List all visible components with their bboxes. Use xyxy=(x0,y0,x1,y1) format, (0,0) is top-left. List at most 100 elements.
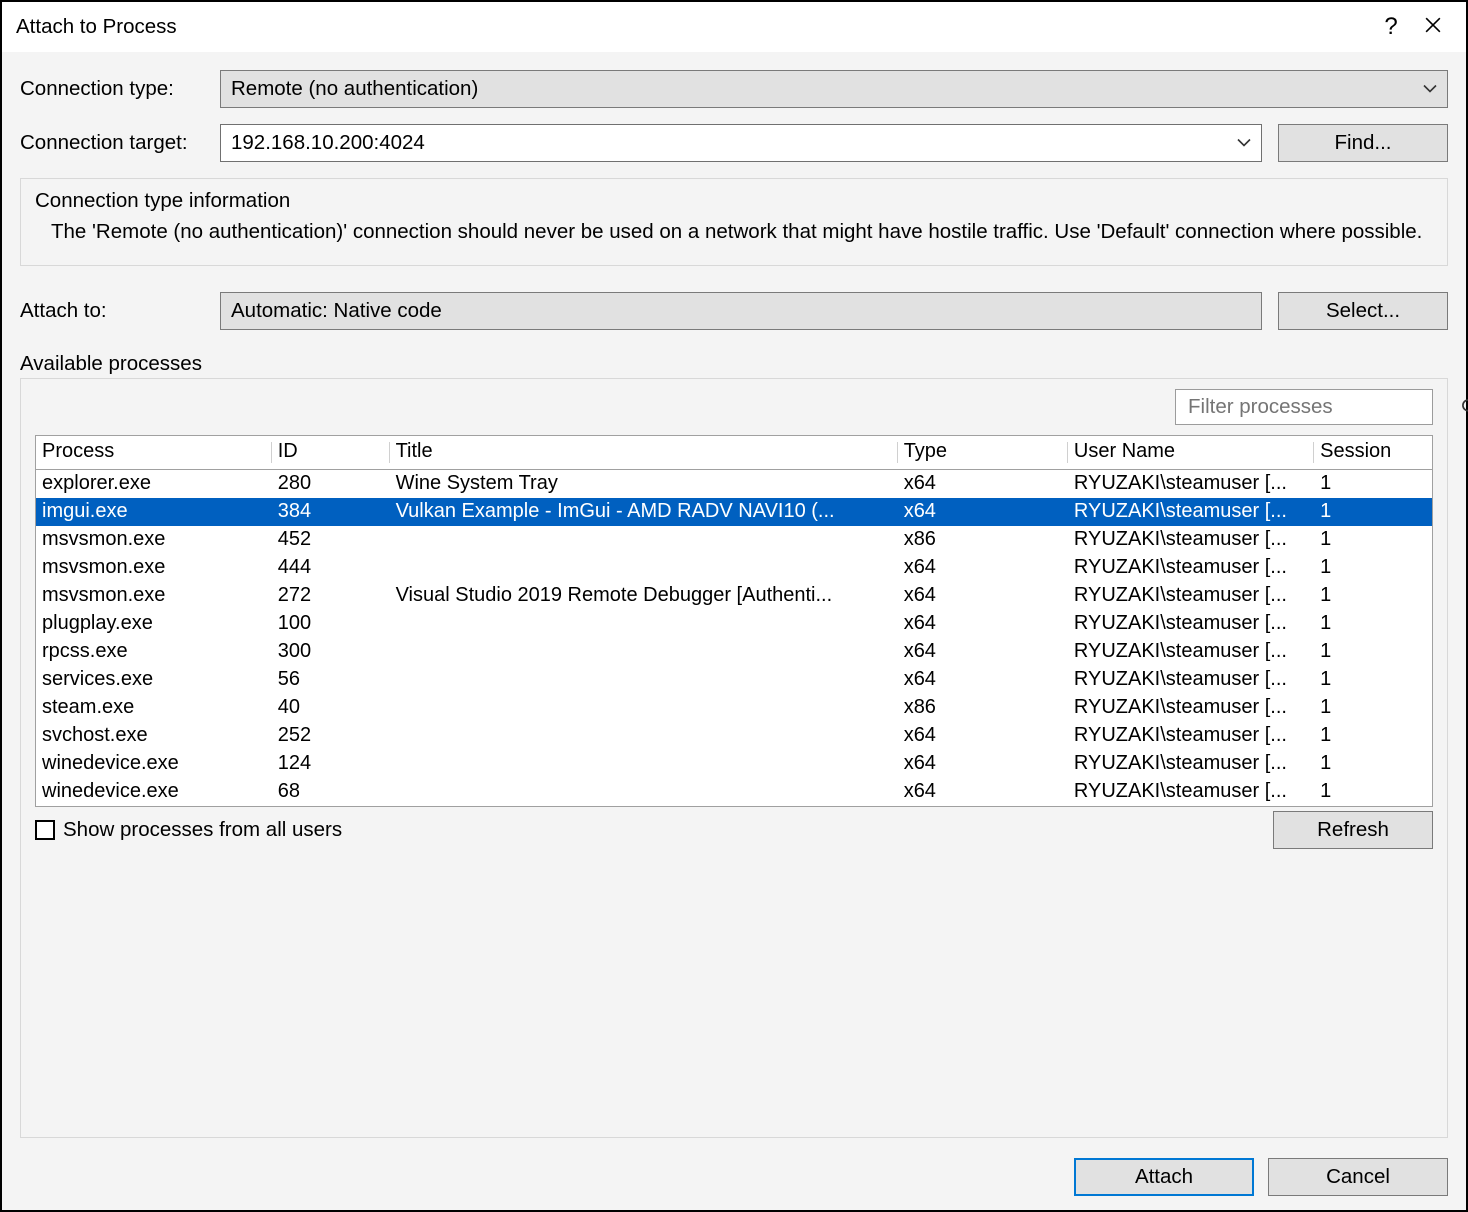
cell-title: Vulkan Example - ImGui - AMD RADV NAVI10… xyxy=(390,498,898,526)
cell-type: x86 xyxy=(898,694,1068,722)
cell-id: 56 xyxy=(272,666,390,694)
cell-id: 252 xyxy=(272,722,390,750)
attach-to-value: Automatic: Native code xyxy=(220,292,1262,330)
cell-session: 1 xyxy=(1314,722,1432,750)
table-row[interactable]: rpcss.exe300x64RYUZAKI\steamuser [...1 xyxy=(36,638,1432,666)
connection-type-value: Remote (no authentication) xyxy=(231,77,478,101)
cell-process: services.exe xyxy=(36,666,272,694)
cell-title xyxy=(390,694,898,722)
cell-session: 1 xyxy=(1314,469,1432,498)
connection-target-value: 192.168.10.200:4024 xyxy=(231,131,425,155)
connection-info-title: Connection type information xyxy=(35,189,1431,213)
connection-type-combo[interactable]: Remote (no authentication) xyxy=(220,70,1448,108)
cell-session: 1 xyxy=(1314,498,1432,526)
cell-type: x64 xyxy=(898,666,1068,694)
col-type[interactable]: Type xyxy=(898,436,1068,470)
cell-session: 1 xyxy=(1314,666,1432,694)
filter-processes-input[interactable] xyxy=(1175,389,1433,425)
cell-process: winedevice.exe xyxy=(36,778,272,806)
cell-user: RYUZAKI\steamuser [... xyxy=(1068,666,1314,694)
connection-type-label: Connection type: xyxy=(20,77,220,101)
cell-user: RYUZAKI\steamuser [... xyxy=(1068,498,1314,526)
search-icon[interactable] xyxy=(1460,397,1468,417)
connection-target-label: Connection target: xyxy=(20,131,220,155)
connection-target-combo[interactable]: 192.168.10.200:4024 xyxy=(220,124,1262,162)
cell-process: svchost.exe xyxy=(36,722,272,750)
refresh-button[interactable]: Refresh xyxy=(1273,811,1433,849)
table-row[interactable]: winedevice.exe124x64RYUZAKI\steamuser [.… xyxy=(36,750,1432,778)
cell-id: 100 xyxy=(272,610,390,638)
select-button[interactable]: Select... xyxy=(1278,292,1448,330)
cell-type: x64 xyxy=(898,722,1068,750)
cell-type: x64 xyxy=(898,750,1068,778)
cell-user: RYUZAKI\steamuser [... xyxy=(1068,778,1314,806)
cell-title xyxy=(390,638,898,666)
cell-title xyxy=(390,666,898,694)
cell-process: msvsmon.exe xyxy=(36,526,272,554)
cell-title xyxy=(390,554,898,582)
connection-info-group: Connection type information The 'Remote … xyxy=(20,178,1448,266)
attach-button[interactable]: Attach xyxy=(1074,1158,1254,1196)
col-id[interactable]: ID xyxy=(272,436,390,470)
col-process[interactable]: Process xyxy=(36,436,272,470)
cell-title xyxy=(390,750,898,778)
cell-title: Wine System Tray xyxy=(390,469,898,498)
table-row[interactable]: msvsmon.exe272Visual Studio 2019 Remote … xyxy=(36,582,1432,610)
cell-id: 272 xyxy=(272,582,390,610)
table-row[interactable]: explorer.exe280Wine System Trayx64RYUZAK… xyxy=(36,469,1432,498)
cell-session: 1 xyxy=(1314,610,1432,638)
cell-type: x64 xyxy=(898,638,1068,666)
table-row[interactable]: imgui.exe384Vulkan Example - ImGui - AMD… xyxy=(36,498,1432,526)
col-title[interactable]: Title xyxy=(390,436,898,470)
close-icon[interactable] xyxy=(1412,16,1454,39)
attach-to-process-dialog: Attach to Process ? Connection type: Rem… xyxy=(0,0,1468,1212)
process-table[interactable]: Process ID Title Type User Name Session … xyxy=(35,435,1433,807)
cell-user: RYUZAKI\steamuser [... xyxy=(1068,526,1314,554)
cell-session: 1 xyxy=(1314,694,1432,722)
cell-user: RYUZAKI\steamuser [... xyxy=(1068,638,1314,666)
cell-process: explorer.exe xyxy=(36,469,272,498)
cell-id: 280 xyxy=(272,469,390,498)
col-session[interactable]: Session xyxy=(1314,436,1432,470)
cell-title xyxy=(390,778,898,806)
cell-type: x64 xyxy=(898,498,1068,526)
table-header-row[interactable]: Process ID Title Type User Name Session xyxy=(36,436,1432,470)
col-user[interactable]: User Name xyxy=(1068,436,1314,470)
table-row[interactable]: winedevice.exe68x64RYUZAKI\steamuser [..… xyxy=(36,778,1432,806)
cell-session: 1 xyxy=(1314,638,1432,666)
cell-process: winedevice.exe xyxy=(36,750,272,778)
show-all-users-checkbox[interactable] xyxy=(35,820,55,840)
cell-id: 452 xyxy=(272,526,390,554)
table-row[interactable]: services.exe56 x64RYUZAKI\steamuser [...1 xyxy=(36,666,1432,694)
table-row[interactable]: msvsmon.exe444x64RYUZAKI\steamuser [...1 xyxy=(36,554,1432,582)
cancel-button[interactable]: Cancel xyxy=(1268,1158,1448,1196)
find-button[interactable]: Find... xyxy=(1278,124,1448,162)
window-title: Attach to Process xyxy=(16,15,177,39)
cell-user: RYUZAKI\steamuser [... xyxy=(1068,610,1314,638)
cell-user: RYUZAKI\steamuser [... xyxy=(1068,469,1314,498)
cell-process: steam.exe xyxy=(36,694,272,722)
cell-user: RYUZAKI\steamuser [... xyxy=(1068,694,1314,722)
cell-process: msvsmon.exe xyxy=(36,582,272,610)
table-row[interactable]: steam.exe40x86RYUZAKI\steamuser [...1 xyxy=(36,694,1432,722)
cell-id: 384 xyxy=(272,498,390,526)
cell-id: 68 xyxy=(272,778,390,806)
table-row[interactable]: svchost.exe252x64RYUZAKI\steamuser [...1 xyxy=(36,722,1432,750)
help-icon[interactable]: ? xyxy=(1370,13,1412,41)
cell-type: x64 xyxy=(898,554,1068,582)
table-row[interactable]: msvsmon.exe452x86RYUZAKI\steamuser [...1 xyxy=(36,526,1432,554)
cell-process: plugplay.exe xyxy=(36,610,272,638)
cell-user: RYUZAKI\steamuser [... xyxy=(1068,750,1314,778)
table-row[interactable]: plugplay.exe100 x64RYUZAKI\steamuser [...… xyxy=(36,610,1432,638)
cell-type: x64 xyxy=(898,610,1068,638)
cell-type: x64 xyxy=(898,469,1068,498)
cell-session: 1 xyxy=(1314,750,1432,778)
available-processes-label: Available processes xyxy=(20,352,1448,376)
show-all-users-label: Show processes from all users xyxy=(63,818,342,842)
dialog-footer: Attach Cancel xyxy=(20,1158,1448,1196)
cell-process: msvsmon.exe xyxy=(36,554,272,582)
cell-title xyxy=(390,610,898,638)
chevron-down-icon xyxy=(1423,85,1437,94)
cell-user: RYUZAKI\steamuser [... xyxy=(1068,582,1314,610)
filter-input[interactable] xyxy=(1188,395,1454,419)
